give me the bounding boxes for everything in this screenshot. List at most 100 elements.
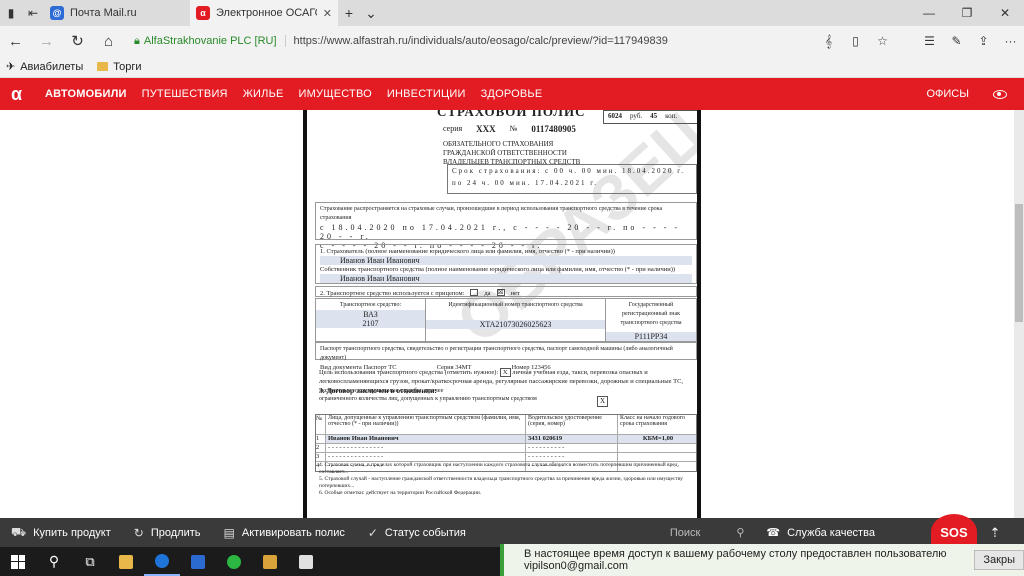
driver-license: - - - - - - - - - - <box>526 453 618 461</box>
extend-button[interactable]: ↻ Продлить <box>134 526 201 540</box>
edge-icon[interactable] <box>144 547 180 576</box>
pen-icon[interactable]: ✎ <box>943 34 970 49</box>
window-controls: — ❐ ✕ <box>910 0 1024 26</box>
more-icon[interactable]: ··· <box>997 34 1024 49</box>
document-viewer: ОБРАЗЕЦ СТРАХОВОЙ ПОЛИС 6024 руб. 45 коп… <box>0 110 1024 518</box>
favorites-hub-icon[interactable]: ☰ <box>916 34 943 49</box>
tab-osago[interactable]: α Электронное ОСАГО ✕ <box>190 0 338 26</box>
activate-policy-button[interactable]: ▤ Активировать полис <box>224 526 345 540</box>
start-button[interactable] <box>0 547 36 576</box>
policy-notes: 4. Страховая сумма, в пределах которой с… <box>319 462 695 497</box>
premium-rub-unit: руб. <box>630 112 643 120</box>
favorite-star-icon[interactable]: ☆ <box>869 34 896 49</box>
tab-mail[interactable]: @ Почта Mail.ru <box>44 0 190 26</box>
explorer-window-icon[interactable] <box>252 547 288 576</box>
nav-item-property[interactable]: ИМУЩЕСТВО <box>299 88 372 100</box>
nav-item-auto[interactable]: АВТОМОБИЛИ <box>45 88 127 100</box>
vin-cell: Идентификационный номер транспортного ср… <box>426 299 606 341</box>
home-icon[interactable]: ⌂ <box>93 33 124 50</box>
contract-limited-label: ограниченного количества лиц, допущенных… <box>319 396 537 402</box>
insurer-block: 1. Страхователь (полное наименование юри… <box>315 244 697 284</box>
quality-service-label: Служба качества <box>787 526 875 539</box>
share-icon[interactable]: ⇪ <box>970 34 997 49</box>
search-input[interactable]: Поиск <box>670 527 700 539</box>
trailer-yes-checkbox[interactable] <box>470 289 479 296</box>
vehicle-model: 2107 <box>316 319 425 328</box>
note: 6. Особые отметки: действует на территор… <box>319 490 482 496</box>
back-tabs-icon[interactable]: ⇤ <box>22 0 44 26</box>
trailer-no-checkbox[interactable]: ☒ <box>496 289 505 296</box>
site-nav-items: АВТОМОБИЛИ ПУТЕШЕСТВИЯ ЖИЛЬЕ ИМУЩЕСТВО И… <box>45 88 557 100</box>
site-identity: AlfaStrakhovanie PLC [RU] <box>144 35 286 47</box>
purpose-personal-checkbox[interactable]: X <box>499 368 511 377</box>
reading-view-icon[interactable]: ▯ <box>842 34 869 49</box>
tab-actions-icon[interactable]: ▮ <box>0 0 22 26</box>
favorite-torgi[interactable]: Торги <box>97 61 142 73</box>
vehicle-doc-block: Паспорт транспортного средства, свидетел… <box>315 342 697 371</box>
owner-label: Собственник транспортного средства (полн… <box>320 266 676 273</box>
premium-kop-unit: коп. <box>665 112 678 120</box>
nav-item-housing[interactable]: ЖИЛЬЕ <box>243 88 284 100</box>
url-field[interactable]: 🔒︎ AlfaStrakhovanie PLC [RU] https://www… <box>134 29 804 53</box>
tab-list-chevron-icon[interactable]: ⌄ <box>360 0 382 26</box>
favorite-label: Авиабилеты <box>20 60 84 73</box>
check-icon: ✓ <box>367 525 378 540</box>
driver-kbm <box>618 453 696 461</box>
refresh-icon[interactable]: ↻ <box>62 32 93 50</box>
series-value: ХХХ <box>476 124 496 134</box>
favorites-bar: ✈ Авиабилеты Торги <box>0 56 1024 78</box>
whatsapp-icon[interactable] <box>216 547 252 576</box>
driver-number: 3 <box>316 453 326 461</box>
close-tab-icon[interactable]: ✕ <box>323 7 332 20</box>
trailer-yes-label: да <box>484 290 491 297</box>
alfa-logo[interactable]: α <box>0 78 33 110</box>
search-icon[interactable]: ⚲ <box>736 526 744 539</box>
minimize-icon[interactable]: — <box>910 0 948 26</box>
new-tab-icon[interactable]: + <box>338 0 360 26</box>
purpose-personal-label: личная <box>512 369 532 376</box>
scroll-thumb[interactable] <box>1015 204 1023 322</box>
note: 4. Страховая сумма, в пределах которой с… <box>319 462 679 475</box>
buy-product-label: Купить продукт <box>33 526 111 539</box>
cart-icon: ⛟ <box>11 524 27 539</box>
browser-tab-bar: ▮ ⇤ @ Почта Mail.ru α Электронное ОСАГО … <box>0 0 1024 26</box>
notification-close-button[interactable]: Закры <box>974 550 1024 570</box>
usage-period-line: с 18.04.2020 по 17.04.2021 г., с - - - -… <box>320 223 681 241</box>
reg-cell: Государственный регистрационный знак тра… <box>606 299 696 341</box>
event-status-button[interactable]: ✓ Статус события <box>368 526 466 540</box>
forward-icon[interactable]: → <box>31 33 62 50</box>
task-view-icon[interactable]: ⧉ <box>72 547 108 576</box>
contract-limited-checkbox[interactable]: X <box>597 396 609 407</box>
nav-item-health[interactable]: ЗДОРОВЬЕ <box>481 88 543 100</box>
activate-policy-label: Активировать полис <box>241 526 345 539</box>
renew-icon: ↻ <box>133 525 144 540</box>
mail-favicon-icon: @ <box>50 6 64 20</box>
premium-rub: 6024 <box>608 112 622 120</box>
nav-item-investments[interactable]: ИНВЕСТИЦИИ <box>387 88 466 100</box>
nav-item-offices[interactable]: ОФИСЫ <box>926 88 969 100</box>
word-icon[interactable] <box>288 547 324 576</box>
file-explorer-icon[interactable] <box>108 547 144 576</box>
mail-app-icon[interactable] <box>180 547 216 576</box>
favorite-avia[interactable]: ✈ Авиабилеты <box>6 60 84 74</box>
driver-name: - - - - - - - - - - - - - - - <box>326 444 526 452</box>
search-icon[interactable]: ⚲ <box>36 547 72 576</box>
osago-heading: ОБЯЗАТЕЛЬНОГО СТРАХОВАНИЯ ГРАЖДАНСКОЙ ОТ… <box>443 140 580 167</box>
contract-block: 3. Договор заключен в отношении: огранич… <box>315 384 697 412</box>
restore-icon[interactable]: ❐ <box>948 0 986 26</box>
quality-service-button[interactable]: ☎ Служба качества <box>766 526 875 540</box>
page-scrollbar[interactable] <box>1014 110 1024 518</box>
url-text: https://www.alfastrah.ru/individuals/aut… <box>293 35 668 47</box>
driver-kbm: КБМ=1,00 <box>618 435 696 443</box>
nav-item-travel[interactable]: ПУТЕШЕСТВИЯ <box>142 88 228 100</box>
notification-text: В настоящее время доступ к вашему рабоче… <box>524 548 947 572</box>
policy-series: серия ХХХ № 0117480905 <box>443 124 576 134</box>
back-icon[interactable]: ← <box>0 33 31 50</box>
accessibility-eye-icon[interactable] <box>993 89 1007 99</box>
buy-product-button[interactable]: ⛟ Купить продукт <box>11 525 111 541</box>
site-search[interactable]: Поиск ⚲ <box>670 526 745 540</box>
read-aloud-icon[interactable]: 𝄞 <box>815 34 842 49</box>
tab-title: Почта Mail.ru <box>70 7 137 19</box>
close-window-icon[interactable]: ✕ <box>986 0 1024 26</box>
scroll-up-icon[interactable]: ⇡ <box>985 518 1005 547</box>
